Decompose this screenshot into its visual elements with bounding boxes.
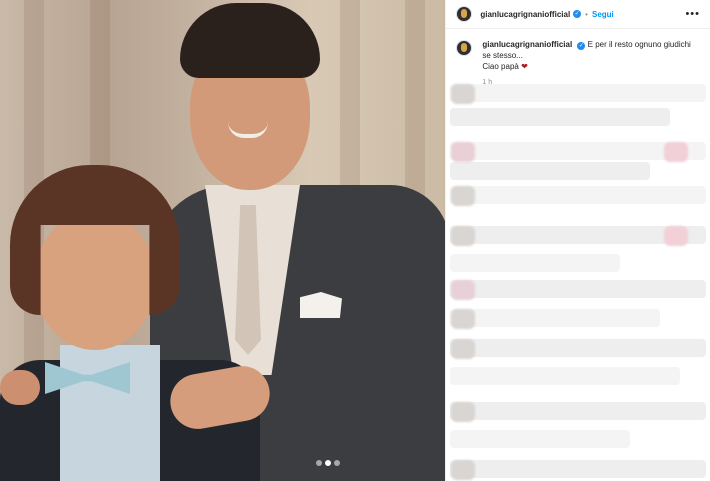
man-hair (180, 3, 320, 78)
post-header: gianlucagrignaniofficial ✓ • Segui ••• (446, 0, 710, 29)
follow-button[interactable]: Segui (592, 10, 614, 19)
blurred-avatar (451, 280, 476, 300)
carousel-dot[interactable] (334, 460, 340, 466)
verified-badge-icon: ✓ (577, 42, 586, 50)
blurred-avatar (451, 339, 476, 359)
username-link[interactable]: gianlucagrignaniofficial (480, 10, 570, 19)
blurred-comment (450, 84, 707, 102)
blurred-comment (450, 280, 707, 298)
boy-face (35, 215, 155, 350)
blurred-comment (450, 108, 671, 126)
post-photo[interactable] (0, 0, 446, 481)
post-caption: gianlucagrignaniofficial ✓ E per il rest… (446, 29, 710, 88)
blurred-avatar (451, 460, 476, 480)
carousel-dots[interactable] (316, 460, 340, 466)
caption-line-2: Ciao papà (482, 62, 519, 71)
carousel-dot[interactable] (316, 460, 322, 466)
blurred-comment (450, 309, 661, 327)
blurred-avatar (451, 142, 476, 162)
post-sidebar: gianlucagrignaniofficial ✓ • Segui ••• g… (445, 0, 710, 481)
verified-badge-icon: ✓ (573, 10, 582, 18)
more-options-icon[interactable]: ••• (685, 8, 700, 20)
blurred-avatar (451, 226, 476, 246)
blurred-avatar (451, 84, 476, 104)
blurred-comment (450, 186, 707, 204)
instagram-post: gianlucagrignaniofficial ✓ • Segui ••• g… (0, 0, 710, 481)
blurred-comment (450, 402, 707, 420)
blurred-comments (446, 84, 710, 481)
blurred-avatar (451, 186, 476, 206)
caption-body: gianlucagrignaniofficial ✓ E per il rest… (482, 39, 696, 88)
separator-dot: • (585, 9, 588, 19)
carousel-dot-active[interactable] (325, 460, 331, 466)
heart-icon: ❤ (521, 62, 528, 71)
blurred-comment (450, 430, 631, 448)
blurred-reaction (664, 226, 689, 246)
blurred-comment (450, 162, 651, 180)
blurred-comment (450, 460, 707, 478)
blurred-comment (450, 254, 621, 272)
hand (0, 370, 40, 405)
blurred-avatar (451, 309, 476, 329)
caption-username[interactable]: gianlucagrignaniofficial (482, 40, 572, 49)
profile-avatar[interactable] (456, 40, 473, 56)
blurred-comment (450, 339, 707, 357)
blurred-avatar (451, 402, 476, 422)
blurred-comment (450, 367, 681, 385)
profile-avatar[interactable] (456, 6, 473, 22)
blurred-reaction (664, 142, 689, 162)
boy-shirt (60, 345, 160, 481)
